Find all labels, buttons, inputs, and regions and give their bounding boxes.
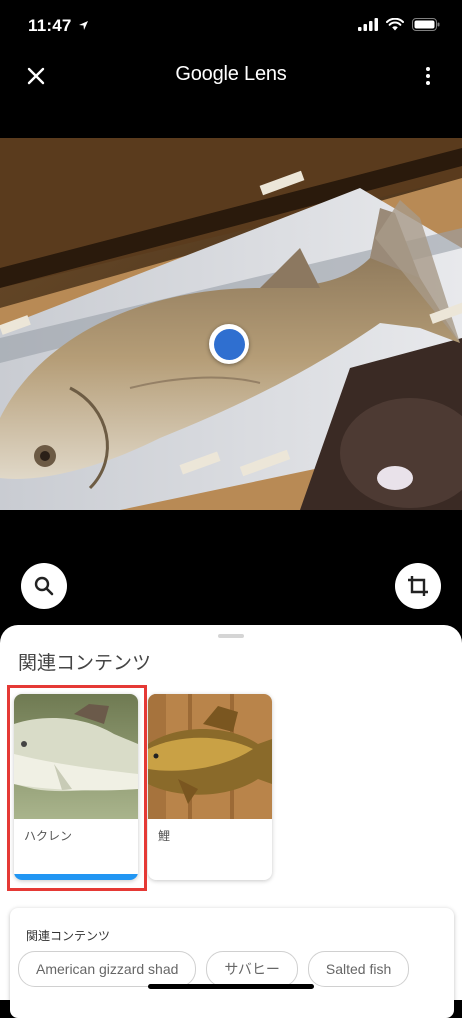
battery-icon <box>412 18 440 31</box>
app-bar: Google Lens <box>0 52 462 102</box>
status-icons <box>358 18 440 31</box>
sheet-title: 関連コンテンツ <box>18 652 152 674</box>
related-title: 関連コンテンツ <box>26 929 111 943</box>
chip-salted-fish[interactable]: Salted fish <box>307 951 410 987</box>
related-chips: American gizzard shad サバヒー Salted fish <box>18 951 410 987</box>
status-time-text: 11:47 <box>28 16 72 35</box>
sheet-drag-handle[interactable] <box>218 634 244 638</box>
crop-button[interactable] <box>395 563 441 609</box>
card-label: 鯉 <box>158 829 171 843</box>
home-indicator[interactable] <box>148 984 314 989</box>
related-content-box: 関連コンテンツ American gizzard shad サバヒー Salte… <box>10 908 454 1018</box>
carp-image <box>148 694 272 819</box>
more-options-button[interactable] <box>418 62 438 90</box>
focus-point[interactable] <box>209 324 249 364</box>
status-bar: 11:47 <box>0 0 462 52</box>
crop-icon <box>408 576 428 596</box>
result-card-silver-carp[interactable]: ハクレン <box>14 694 138 880</box>
search-button[interactable] <box>21 563 67 609</box>
chip-american-gizzard-shad[interactable]: American gizzard shad <box>18 951 197 987</box>
more-vert-icon <box>426 67 430 71</box>
results-sheet: 関連コンテンツ ハクレン 鯉 関連コンテンツ American gizzard … <box>0 625 462 1018</box>
app-title: Google Lens <box>175 63 287 85</box>
selected-indicator <box>14 874 138 880</box>
status-time: 11:47 <box>28 16 89 36</box>
result-card-carp[interactable]: 鯉 <box>148 694 272 880</box>
card-label: ハクレン <box>24 829 73 843</box>
wifi-icon <box>386 18 404 31</box>
chip-sabahi[interactable]: サバヒー <box>206 951 298 987</box>
signal-icon <box>358 18 378 31</box>
search-icon <box>34 576 54 596</box>
location-arrow-icon <box>79 21 89 30</box>
silver-carp-image <box>14 694 138 819</box>
